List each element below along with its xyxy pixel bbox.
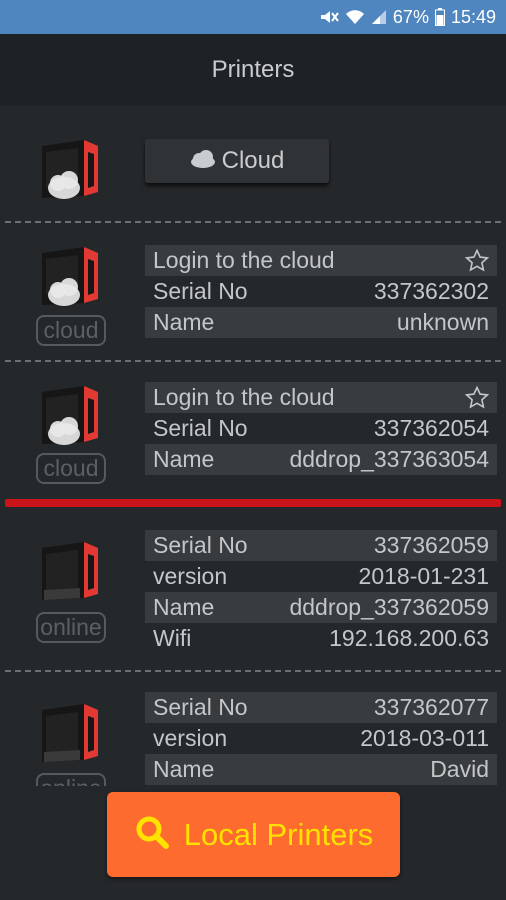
printer-list[interactable]: Cloud cloud Login to the cloud Serial No…: [0, 106, 506, 786]
status-tag: cloud: [36, 453, 106, 484]
cloud-button[interactable]: Cloud: [145, 139, 329, 183]
info-line: Login to the cloud: [145, 382, 497, 413]
printer-cloud-icon: [40, 384, 102, 455]
printer-info: Login to the cloud Serial No 337362302 N…: [145, 245, 497, 338]
info-label: Serial No: [153, 278, 248, 304]
clock: 15:49: [450, 6, 496, 27]
info-label: version: [153, 725, 228, 751]
cloud-icon: [190, 147, 216, 175]
info-label: Name: [153, 756, 215, 782]
status-icons: 67% 15:49: [319, 5, 496, 29]
info-line: Name dddrop_337362059: [145, 592, 497, 623]
info-value: dddrop_337362059: [289, 594, 489, 620]
printer-info: Login to the cloud Serial No 337362054 N…: [145, 382, 497, 475]
info-line: Serial No 337362054: [145, 413, 497, 444]
status-tag: online: [36, 612, 106, 643]
info-label: Login to the cloud: [153, 384, 335, 410]
signal-icon: [371, 8, 387, 26]
section-divider: [5, 499, 501, 507]
printer-item[interactable]: online Serial No 337362059 version 2018-…: [0, 510, 506, 670]
status-tag: online: [36, 773, 106, 786]
info-value: dddrop_337363054: [289, 446, 489, 472]
info-label: version: [153, 563, 228, 589]
printer-item[interactable]: online Serial No 337362077 version 2018-…: [0, 672, 506, 786]
wifi-icon: [345, 8, 365, 26]
printer-cloud-icon: [40, 138, 102, 209]
battery-icon: [434, 8, 445, 26]
info-value: 192.168.200.63: [329, 625, 489, 651]
app-bar: Printers: [0, 34, 506, 106]
search-icon: [134, 814, 170, 855]
mute-icon: [319, 8, 339, 26]
printer-info: Serial No 337362059 version 2018-01-231 …: [145, 530, 497, 654]
info-value: 337362077: [373, 694, 489, 720]
info-label: Name: [153, 594, 215, 620]
info-label: Serial No: [153, 694, 248, 720]
info-label: Serial No: [153, 532, 248, 558]
info-value: unknown: [396, 309, 489, 335]
info-label: Name: [153, 309, 215, 335]
info-value: David: [430, 756, 489, 782]
local-printers-button[interactable]: Local Printers: [107, 792, 400, 877]
info-line: Name David: [145, 754, 497, 785]
cloud-button-label: Cloud: [221, 147, 285, 174]
local-printers-label: Local Printers: [183, 816, 374, 852]
info-line: Name unknown: [145, 307, 497, 338]
printer-icon: [40, 540, 102, 611]
printer-icon: [40, 702, 102, 773]
info-value: 337362302: [373, 278, 489, 304]
info-line: Serial No 337362302: [145, 276, 497, 307]
star-icon[interactable]: [465, 249, 489, 273]
info-value: 2018-03-011: [360, 725, 489, 751]
info-line: Name dddrop_337363054: [145, 444, 497, 475]
info-value: 337362059: [373, 532, 489, 558]
info-value: 2018-01-231: [358, 563, 489, 589]
info-line: Wifi 192.168.200.63: [145, 623, 497, 654]
star-icon[interactable]: [465, 386, 489, 410]
info-label: Serial No: [153, 415, 248, 441]
battery-percent: 67%: [392, 6, 429, 27]
printer-item[interactable]: cloud Login to the cloud Serial No 33736…: [0, 362, 506, 498]
info-value: 337362054: [373, 415, 489, 441]
printer-cloud-icon: [40, 245, 102, 316]
page-title: Printers: [211, 56, 295, 83]
info-line: Serial No 337362059: [145, 530, 497, 561]
info-label: Name: [153, 446, 215, 472]
info-line: Serial No 337362077: [145, 692, 497, 723]
info-label: Wifi: [153, 625, 192, 651]
printer-item[interactable]: cloud Login to the cloud Serial No 33736…: [0, 223, 506, 360]
info-line: version 2018-01-231: [145, 561, 497, 592]
status-bar: 67% 15:49: [0, 0, 506, 34]
info-line: Login to the cloud: [145, 245, 497, 276]
status-tag: cloud: [36, 315, 106, 346]
info-line: version 2018-03-011: [145, 723, 497, 754]
info-label: Login to the cloud: [153, 247, 335, 273]
printer-info: Serial No 337362077 version 2018-03-011 …: [145, 692, 497, 785]
